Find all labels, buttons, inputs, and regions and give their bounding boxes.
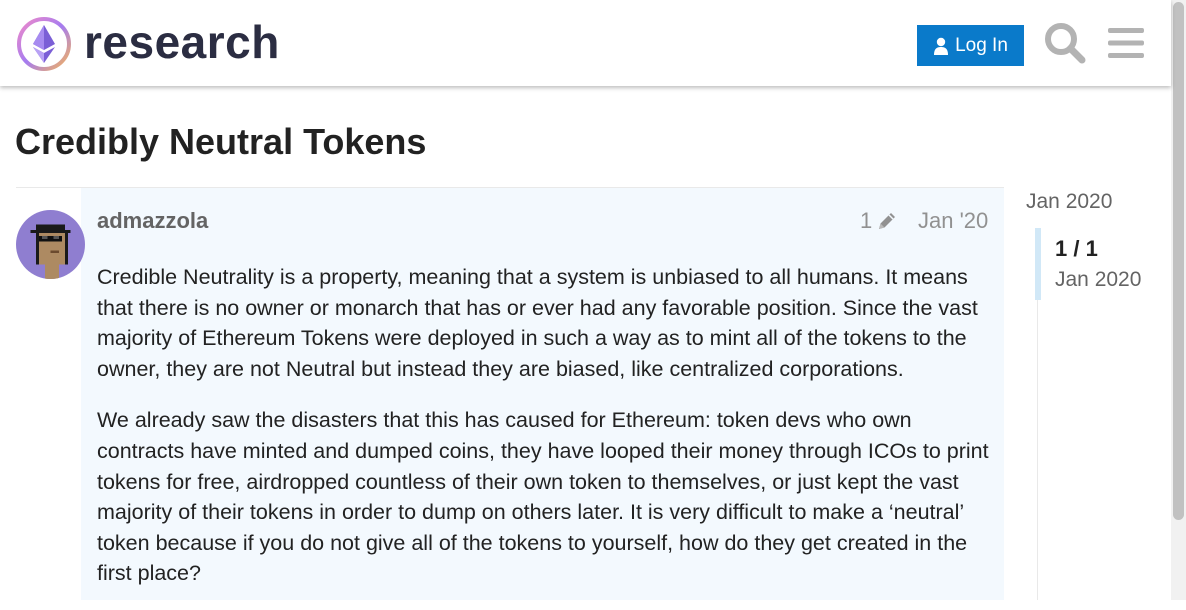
post-paragraph: We already saw the disasters that this h… (97, 408, 989, 586)
hamburger-menu-icon[interactable] (1106, 22, 1146, 64)
author-avatar[interactable] (16, 210, 85, 279)
user-icon (934, 37, 949, 55)
post-edit-history[interactable]: 1 (860, 207, 898, 235)
post-author-name[interactable]: admazzola (97, 207, 208, 235)
edit-count: 1 (860, 208, 873, 233)
timeline-handle[interactable] (1035, 228, 1041, 300)
login-button-label: Log In (955, 34, 1008, 56)
timeline-current-date: Jan 2020 (1055, 268, 1142, 291)
ethereum-research-logo-icon[interactable] (16, 16, 72, 72)
post-body: Credible Neutrality is a property, meani… (97, 262, 997, 610)
login-button[interactable]: Log In (917, 25, 1024, 66)
pencil-icon (879, 213, 896, 229)
site-header: research Log In (0, 0, 1171, 86)
timeline-start-date[interactable]: Jan 2020 (1026, 188, 1112, 216)
site-name[interactable]: research (84, 12, 280, 72)
scrollbar-thumb[interactable] (1173, 2, 1184, 520)
post-date[interactable]: Jan '20 (918, 207, 988, 235)
page-scrollbar[interactable] (1171, 0, 1186, 600)
search-icon[interactable] (1044, 22, 1086, 64)
timeline-position: 1 / 1 (1055, 236, 1098, 261)
post-paragraph: Credible Neutrality is a property, meani… (97, 265, 978, 381)
topic-title[interactable]: Credibly Neutral Tokens (15, 120, 426, 164)
